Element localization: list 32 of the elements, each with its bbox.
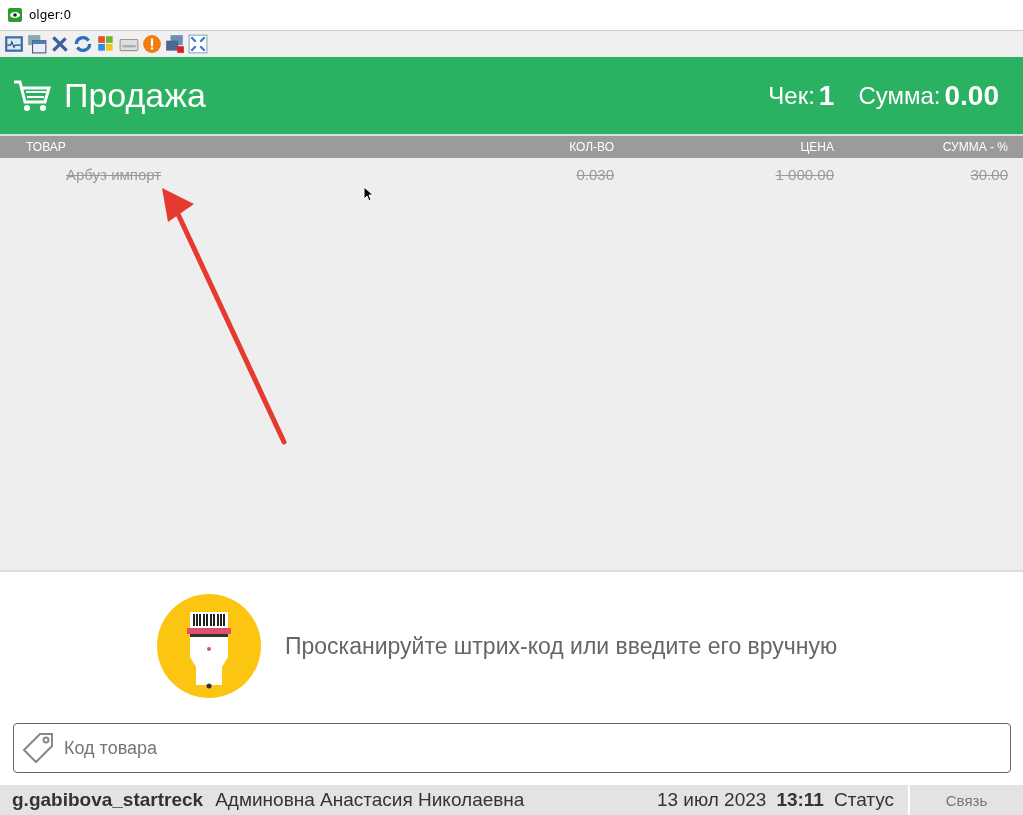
status-text: Статус <box>833 789 894 811</box>
disconnect-icon[interactable] <box>165 34 185 54</box>
table-cell-text: 30.00 <box>969 165 1008 183</box>
user-login: g.gabibova_startreck <box>12 789 204 811</box>
check-label: Чек: <box>768 81 815 110</box>
table-cell-text: Арбуз импорт <box>65 165 163 183</box>
time-text: 13:11 <box>776 789 824 811</box>
refresh-icon[interactable] <box>73 34 93 54</box>
product-code-field[interactable]: Код товара <box>13 723 1011 773</box>
user-name: Админовна Анастасия Николаевна <box>215 789 525 811</box>
table-cell-text: 1 000.00 <box>774 165 834 183</box>
column-header: КОЛ-ВО <box>568 140 614 154</box>
app-icon <box>7 7 23 23</box>
date-text: 13 июл 2023 <box>656 789 767 811</box>
column-header: ТОВАР <box>25 140 67 154</box>
monitor-icon[interactable] <box>4 34 24 54</box>
check-number: 1 <box>818 79 835 112</box>
product-code-input[interactable]: Код товара <box>64 726 1010 770</box>
table-cell-text: 0.030 <box>575 165 614 183</box>
mouse-cursor-icon <box>363 186 373 202</box>
tag-icon <box>20 730 56 766</box>
alert-icon[interactable] <box>142 34 162 54</box>
barcode-scanner-icon <box>157 594 261 698</box>
column-header: СУММА - % <box>941 140 1008 154</box>
scan-instruction: Просканируйте штрих-код или введите его вручную <box>285 632 838 660</box>
sum-value: 0.00 <box>944 79 999 112</box>
sum-label: Сумма: <box>858 81 941 110</box>
windows-icon[interactable] <box>27 34 47 54</box>
fullscreen-icon[interactable] <box>188 34 208 54</box>
page-title: Продажа <box>64 76 206 115</box>
column-header: ЦЕНА <box>799 140 834 154</box>
window-title: olger:0 <box>29 8 72 22</box>
